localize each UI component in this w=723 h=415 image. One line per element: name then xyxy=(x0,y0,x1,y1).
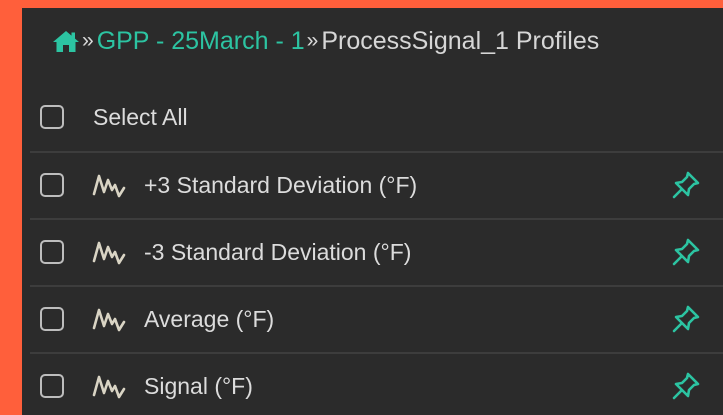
home-icon[interactable] xyxy=(52,29,80,53)
pin-icon[interactable] xyxy=(671,304,701,334)
item-checkbox[interactable] xyxy=(40,240,64,264)
pin-icon[interactable] xyxy=(671,237,701,267)
signal-icon xyxy=(92,241,126,265)
list-item[interactable]: +3 Standard Deviation (°F) xyxy=(22,152,723,218)
list-item[interactable]: Signal (°F) xyxy=(22,353,723,415)
breadcrumb-separator: » xyxy=(82,29,94,52)
select-all-checkbox[interactable] xyxy=(40,105,64,129)
breadcrumb: » GPP - 25March - 1 » ProcessSignal_1 Pr… xyxy=(22,8,723,74)
list-item[interactable]: -3 Standard Deviation (°F) xyxy=(22,219,723,285)
item-label: +3 Standard Deviation (°F) xyxy=(144,171,418,198)
signal-icon xyxy=(92,375,126,399)
item-checkbox[interactable] xyxy=(40,307,64,331)
pin-icon[interactable] xyxy=(671,170,701,200)
pin-icon[interactable] xyxy=(671,371,701,401)
signal-icon xyxy=(92,308,126,332)
item-checkbox[interactable] xyxy=(40,374,64,398)
profiles-panel: » GPP - 25March - 1 » ProcessSignal_1 Pr… xyxy=(22,8,723,415)
list-item[interactable]: Average (°F) xyxy=(22,286,723,352)
signal-icon xyxy=(92,174,126,198)
select-all-row[interactable]: Select All xyxy=(22,82,723,152)
item-checkbox[interactable] xyxy=(40,173,64,197)
breadcrumb-link-analysis[interactable]: GPP - 25March - 1 xyxy=(97,27,305,56)
item-label: Average (°F) xyxy=(144,305,275,332)
breadcrumb-separator: » xyxy=(306,29,319,52)
item-label: -3 Standard Deviation (°F) xyxy=(144,238,412,265)
item-label: Signal (°F) xyxy=(144,372,253,399)
breadcrumb-current: ProcessSignal_1 Profiles xyxy=(321,26,600,55)
select-all-label: Select All xyxy=(93,103,188,130)
